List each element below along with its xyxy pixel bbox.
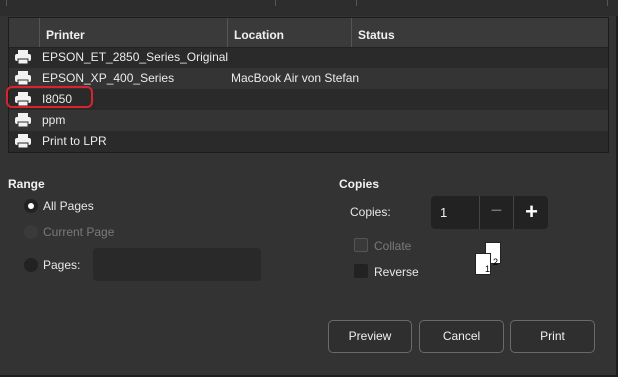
copies-label: Copies: bbox=[350, 205, 391, 219]
collate-label: Collate bbox=[374, 239, 412, 253]
column-header-printer[interactable]: Printer bbox=[39, 18, 227, 47]
print-button[interactable]: Print bbox=[510, 320, 595, 353]
printer-icon bbox=[15, 50, 31, 65]
radio-label: Pages: bbox=[43, 258, 81, 272]
page-1-icon: 1 bbox=[475, 253, 491, 275]
printer-row[interactable]: EPSON_XP_400_Series MacBook Air von Stef… bbox=[9, 68, 608, 89]
radio-button bbox=[24, 225, 38, 239]
reverse-checkbox[interactable] bbox=[354, 264, 368, 278]
printer-list[interactable]: Printer Location Status EPSON_ET_2850_Se… bbox=[8, 17, 609, 153]
dialog-top-bar bbox=[0, 0, 618, 16]
printer-row[interactable]: Print to LPR bbox=[9, 131, 608, 152]
print-dialog: Printer Location Status EPSON_ET_2850_Se… bbox=[0, 0, 618, 377]
printer-icon bbox=[15, 134, 31, 149]
range-section-title: Range bbox=[8, 177, 45, 191]
tab-divider bbox=[607, 0, 608, 6]
printer-row[interactable]: EPSON_ET_2850_Series_Original bbox=[9, 47, 608, 68]
tab-divider bbox=[6, 0, 7, 6]
radio-label: All Pages bbox=[43, 199, 94, 213]
printer-icon bbox=[15, 71, 31, 86]
collate-checkbox bbox=[354, 238, 368, 252]
printer-row[interactable]: ppm bbox=[9, 110, 608, 131]
printer-icon bbox=[15, 113, 31, 128]
printer-name: EPSON_ET_2850_Series_Original bbox=[42, 50, 229, 64]
printer-name: Print to LPR bbox=[42, 134, 107, 148]
copies-section-title: Copies bbox=[339, 177, 380, 191]
printer-location: MacBook Air von Stefan bbox=[231, 71, 360, 85]
minus-icon[interactable]: − bbox=[479, 196, 513, 229]
printer-list-header-bar: Printer Location Status bbox=[9, 18, 608, 48]
plus-icon[interactable]: + bbox=[513, 196, 548, 229]
selection-annotation-ring bbox=[6, 86, 93, 108]
column-header-location[interactable]: Location bbox=[227, 18, 351, 47]
pages-range-input[interactable] bbox=[93, 248, 261, 281]
cancel-button[interactable]: Cancel bbox=[419, 320, 504, 353]
radio-button[interactable] bbox=[24, 199, 38, 213]
copies-stepper[interactable]: 1 − + bbox=[431, 196, 548, 229]
reverse-label: Reverse bbox=[374, 265, 419, 279]
printer-name: ppm bbox=[42, 113, 66, 127]
radio-label: Current Page bbox=[43, 225, 115, 239]
printer-row-selected[interactable]: I8050 bbox=[9, 89, 608, 110]
radio-button[interactable] bbox=[24, 258, 38, 272]
preview-button[interactable]: Preview bbox=[328, 320, 412, 353]
tab-divider bbox=[356, 0, 357, 6]
column-header-status[interactable]: Status bbox=[351, 18, 608, 47]
tab-divider bbox=[275, 0, 276, 6]
copies-value[interactable]: 1 bbox=[440, 196, 447, 229]
